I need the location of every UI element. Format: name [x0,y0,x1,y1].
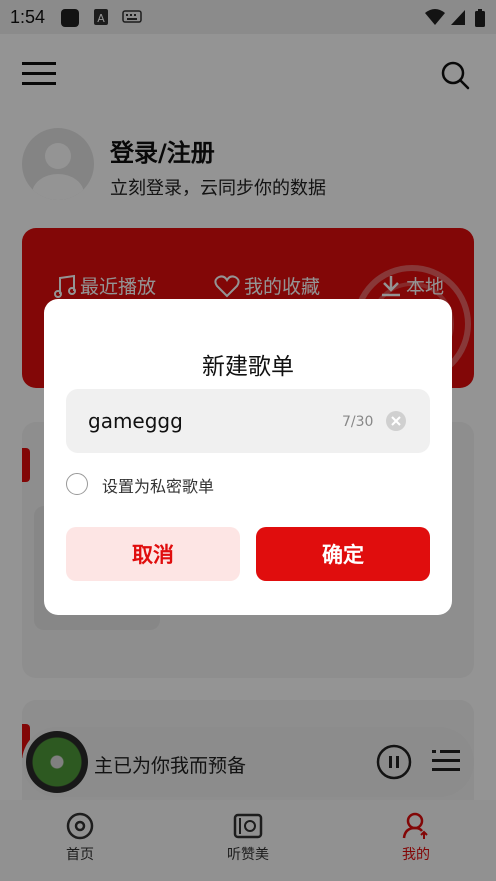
clear-icon[interactable] [386,411,406,431]
confirm-button[interactable]: 确定 [256,527,430,581]
cancel-button[interactable]: 取消 [66,527,240,581]
playlist-name-value[interactable]: gameggg [88,409,183,433]
dialog-title: 新建歌单 [202,354,294,380]
playlist-name-input[interactable]: gameggg 7/30 [66,389,430,453]
private-radio[interactable] [66,473,88,495]
new-playlist-dialog: 新建歌单 gameggg 7/30 设置为私密歌单 取消 确定 [44,299,452,615]
private-label[interactable]: 设置为私密歌单 [102,473,214,497]
char-counter: 7/30 [342,414,374,430]
